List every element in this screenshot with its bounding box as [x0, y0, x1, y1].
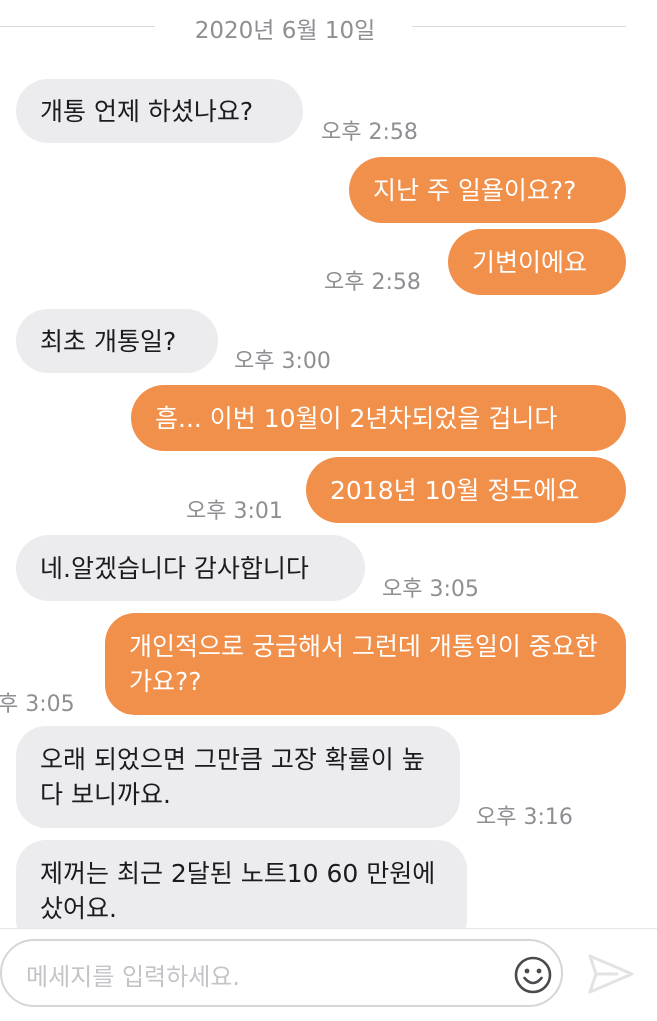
outgoing-message[interactable]: 2018년 10월 정도에요 [306, 457, 626, 523]
message-timestamp: 오후 3:01 [186, 499, 283, 524]
message-composer: 메세지를 입력하세요. [0, 928, 657, 1021]
outgoing-message[interactable]: 기변이에요 [448, 229, 626, 295]
message-timestamp: 오후 3:00 [234, 349, 331, 374]
smiley-face-icon[interactable] [513, 955, 553, 995]
message-timestamp: 후 3:05 [0, 692, 75, 717]
outgoing-message[interactable]: 개인적으로 궁금해서 그런데 개통일이 중요한가요?? [105, 613, 626, 715]
date-separator-line-right [412, 26, 626, 27]
message-timestamp: 오후 3:05 [382, 577, 479, 602]
date-separator-line-left [0, 26, 155, 27]
outgoing-message[interactable]: 흠... 이번 10월이 2년차되었을 겁니다 [131, 385, 626, 451]
incoming-message[interactable]: 오래 되었으면 그만큼 고장 확률이 높다 보니까요. [16, 726, 460, 828]
paper-plane-icon[interactable] [587, 953, 635, 995]
incoming-message[interactable]: 개통 언제 하셨나요? [16, 79, 303, 143]
message-input-placeholder: 메세지를 입력하세요. [26, 963, 240, 991]
outgoing-message[interactable]: 지난 주 일욜이요?? [349, 157, 626, 223]
message-input[interactable]: 메세지를 입력하세요. [0, 939, 563, 1007]
date-separator-label: 2020년 6월 10일 [194, 18, 376, 44]
message-timestamp: 오후 2:58 [324, 270, 421, 295]
incoming-message[interactable]: 네.알겠습니다 감사합니다 [16, 535, 365, 601]
incoming-message[interactable]: 최초 개통일? [16, 309, 218, 373]
date-separator: 2020년 6월 10일 [0, 8, 657, 44]
message-timestamp: 오후 3:16 [476, 805, 573, 830]
message-timestamp: 오후 2:58 [321, 120, 418, 145]
